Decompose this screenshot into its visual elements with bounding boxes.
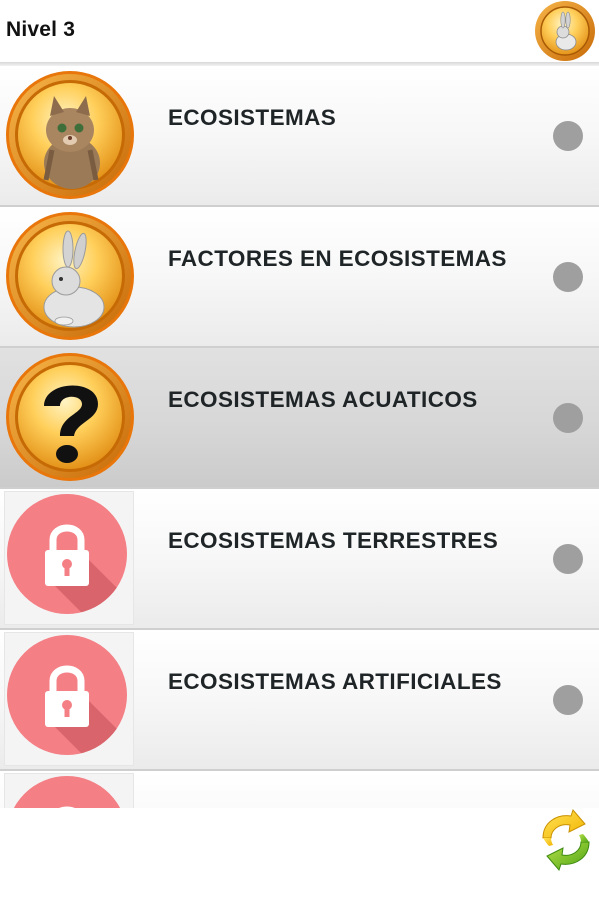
question-medal-icon <box>4 350 136 484</box>
list-item[interactable]: ECOSISTEMAS TERRESTRES <box>0 489 599 630</box>
refresh-icon[interactable] <box>535 808 597 872</box>
page-title: Nivel 3 <box>6 18 76 41</box>
bottom-area <box>0 808 599 900</box>
status-dot <box>553 403 583 433</box>
kitten-medal-icon <box>4 68 136 202</box>
topic-list: ECOSISTEMAS FACTORES EN ECOSISTEMAS ECOS… <box>0 66 599 808</box>
status-dot <box>553 544 583 574</box>
list-item[interactable]: ECOSISTEMAS <box>0 66 599 207</box>
list-item[interactable]: ECOSISTEMAS ACUATICOS <box>0 348 599 489</box>
item-label: FACTORES EN ECOSISTEMAS <box>168 246 507 271</box>
lock-icon <box>4 773 134 808</box>
list-item[interactable]: FACTORES EN ECOSISTEMAS <box>0 207 599 348</box>
item-label: ECOSISTEMAS ARTIFICIALES <box>168 669 502 694</box>
lock-icon <box>4 632 134 766</box>
lock-icon <box>4 491 134 625</box>
status-dot <box>553 121 583 151</box>
rabbit-medal-icon <box>4 209 136 343</box>
status-dot <box>553 685 583 715</box>
rabbit-medal-icon[interactable] <box>534 0 596 62</box>
status-dot <box>553 262 583 292</box>
list-item[interactable] <box>0 771 599 808</box>
item-label: ECOSISTEMAS ACUATICOS <box>168 387 478 412</box>
list-item[interactable]: ECOSISTEMAS ARTIFICIALES <box>0 630 599 771</box>
item-label: ECOSISTEMAS TERRESTRES <box>168 528 499 553</box>
top-bar: Nivel 3 <box>0 0 599 62</box>
item-label: ECOSISTEMAS <box>168 105 337 130</box>
